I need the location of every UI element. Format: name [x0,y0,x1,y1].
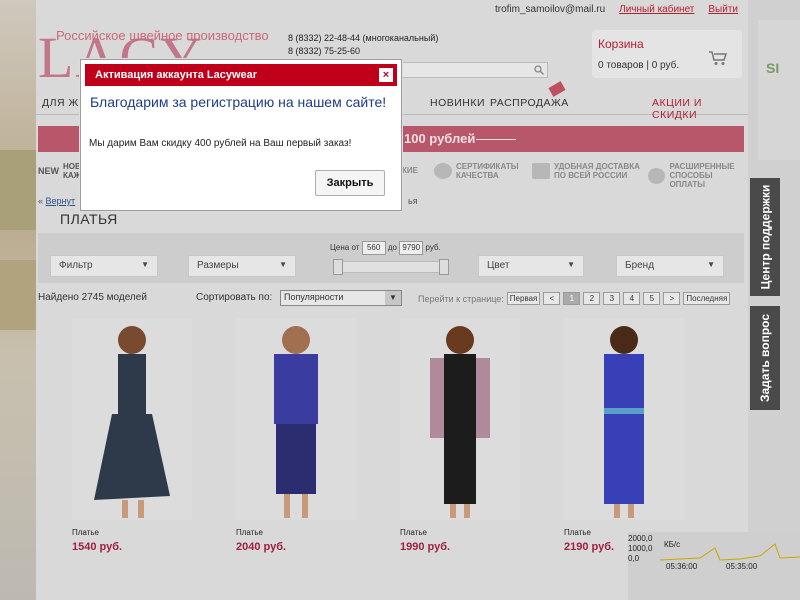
dialog-heading: Благодарим за регистрацию на нашем сайте… [90,94,387,110]
close-button[interactable]: Закрыть [315,170,385,196]
close-icon[interactable]: × [379,68,393,82]
dialog-message: Мы дарим Вам скидку 400 рублей на Ваш пе… [89,138,352,149]
page: SI Центр поддержки Задать вопрос trofim_… [0,0,800,600]
dialog-header: Активация аккаунта Lacywear × [85,64,397,86]
dialog-title: Активация аккаунта Lacywear [95,69,258,81]
activation-dialog: Активация аккаунта Lacywear × Благодарим… [80,59,402,211]
